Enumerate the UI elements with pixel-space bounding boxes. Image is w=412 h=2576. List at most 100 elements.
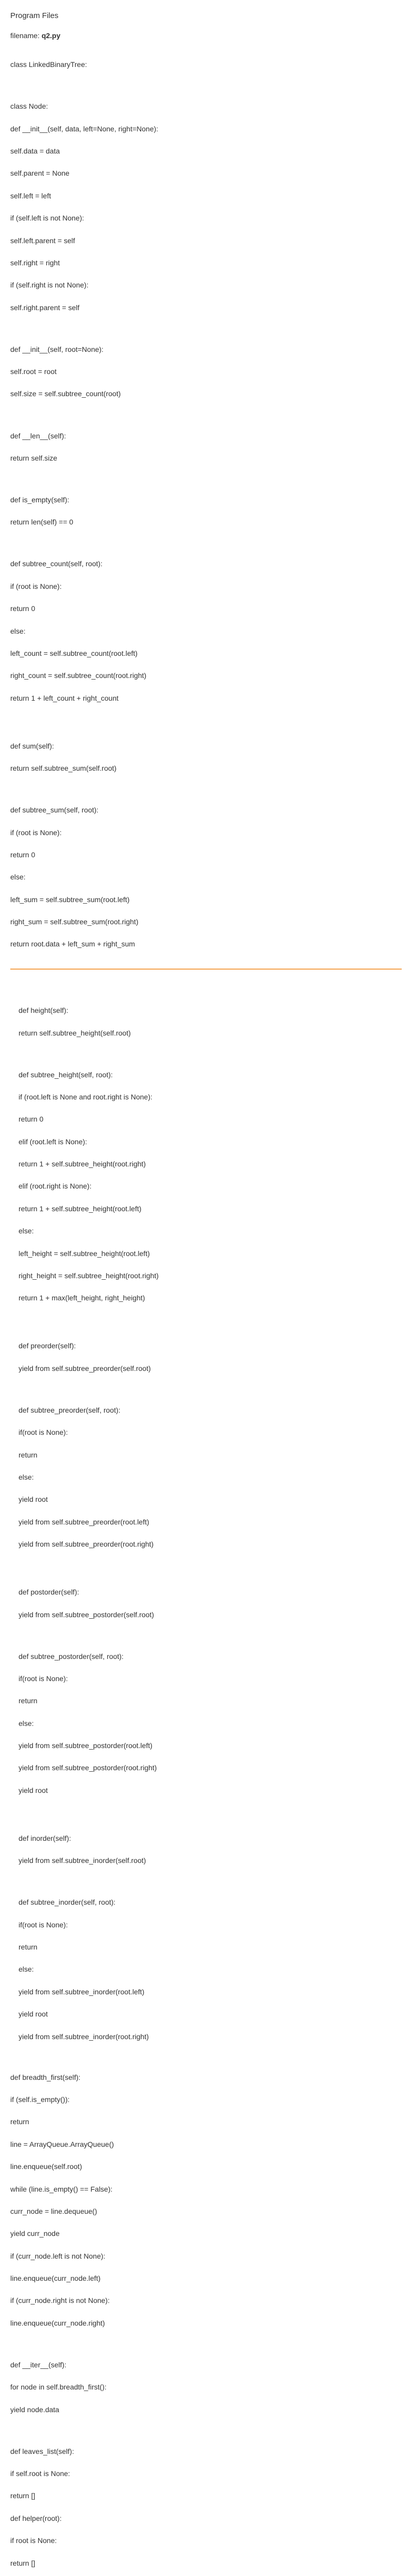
code-line: right_count = self.subtree_count(root.ri… bbox=[10, 670, 402, 682]
code-line: return self.subtree_sum(self.root) bbox=[10, 763, 402, 774]
code-line: line = ArrayQueue.ArrayQueue() bbox=[10, 2139, 402, 2150]
code-line: def helper(root): bbox=[10, 2513, 402, 2524]
code-line: def subtree_postorder(self, root): bbox=[19, 1651, 402, 1663]
code-line: self.left.parent = self bbox=[10, 235, 402, 247]
code-line: return 1 + left_count + right_count bbox=[10, 693, 402, 704]
code-line: line.enqueue(self.root) bbox=[10, 2161, 402, 2173]
code-blank bbox=[19, 986, 402, 994]
code-line: for node in self.breadth_first(): bbox=[10, 2382, 402, 2393]
filename-value: q2.py bbox=[42, 31, 61, 40]
code-section-1: class LinkedBinaryTree: class Node: def … bbox=[10, 48, 402, 961]
code-line: if (root.left is None and root.right is … bbox=[19, 1092, 402, 1103]
code-line: yield from self.subtree_inorder(root.rig… bbox=[19, 2031, 402, 2043]
code-line: while (line.is_empty() == False): bbox=[10, 2184, 402, 2195]
code-line: class Node: bbox=[10, 101, 402, 112]
code-line: return self.subtree_height(self.root) bbox=[19, 1028, 402, 1039]
code-line: if (self.left is not None): bbox=[10, 213, 402, 224]
code-blank bbox=[19, 1050, 402, 1058]
code-line: self.right = right bbox=[10, 258, 402, 269]
code-line: if (self.right is not None): bbox=[10, 280, 402, 291]
code-line: yield from self.subtree_preorder(root.le… bbox=[19, 1517, 402, 1528]
code-line: yield root bbox=[19, 2009, 402, 2020]
code-line: return 1 + self.subtree_height(root.righ… bbox=[19, 1159, 402, 1170]
code-line: if(root is None): bbox=[19, 1920, 402, 1931]
code-line: if self.root is None: bbox=[10, 2468, 402, 2480]
code-line: line.enqueue(curr_node.left) bbox=[10, 2273, 402, 2284]
code-line: else: bbox=[10, 626, 402, 637]
code-line: def preorder(self): bbox=[19, 1341, 402, 1352]
code-line: elif (root.left is None): bbox=[19, 1137, 402, 1148]
code-line: def is_empty(self): bbox=[10, 495, 402, 506]
code-line: yield root bbox=[19, 1494, 402, 1505]
code-line: yield root bbox=[19, 1785, 402, 1797]
code-blank bbox=[10, 411, 402, 419]
code-line: def leaves_list(self): bbox=[10, 2446, 402, 2458]
code-line: if (curr_node.left is not None): bbox=[10, 2251, 402, 2262]
code-line: return 1 + max(left_height, right_height… bbox=[19, 1293, 402, 1304]
code-line: curr_node = line.dequeue() bbox=[10, 2206, 402, 2217]
code-line: def subtree_height(self, root): bbox=[19, 1070, 402, 1081]
code-section-2: def height(self): return self.subtree_he… bbox=[10, 975, 402, 2054]
code-line: else: bbox=[19, 1472, 402, 1483]
code-line: yield from self.subtree_postorder(root.r… bbox=[19, 1762, 402, 1774]
code-line: return bbox=[19, 1696, 402, 1707]
code-line: class LinkedBinaryTree: bbox=[10, 59, 402, 71]
page-title: Program Files bbox=[10, 10, 402, 22]
code-line: return root.data + left_sum + right_sum bbox=[10, 939, 402, 950]
code-blank bbox=[19, 1561, 402, 1575]
code-line: if (root is None): bbox=[10, 827, 402, 839]
code-blank bbox=[19, 1878, 402, 1886]
code-blank bbox=[10, 475, 402, 483]
code-line: yield from self.subtree_inorder(self.roo… bbox=[19, 1855, 402, 1867]
code-blank bbox=[10, 2427, 402, 2435]
code-blank bbox=[19, 1807, 402, 1822]
code-line: right_height = self.subtree_height(root.… bbox=[19, 1270, 402, 1282]
code-line: yield from self.subtree_preorder(root.ri… bbox=[19, 1539, 402, 1550]
code-line: return bbox=[19, 1450, 402, 1461]
code-line: self.parent = None bbox=[10, 168, 402, 179]
code-line: def sum(self): bbox=[10, 741, 402, 752]
code-line: def subtree_count(self, root): bbox=[10, 558, 402, 570]
code-blank bbox=[19, 1385, 402, 1394]
code-line: return [] bbox=[10, 2490, 402, 2502]
section-divider bbox=[10, 969, 402, 970]
code-line: self.left = left bbox=[10, 191, 402, 202]
code-line: yield curr_node bbox=[10, 2228, 402, 2240]
code-line: def inorder(self): bbox=[19, 1833, 402, 1844]
code-line: def __iter__(self): bbox=[10, 2360, 402, 2371]
code-line: return self.size bbox=[10, 453, 402, 464]
code-line: return [] bbox=[10, 2558, 402, 2569]
code-line: left_count = self.subtree_count(root.lef… bbox=[10, 648, 402, 659]
code-line: def __init__(self, data, left=None, righ… bbox=[10, 124, 402, 135]
code-line: yield from self.subtree_inorder(root.lef… bbox=[19, 1987, 402, 1998]
code-line: self.root = root bbox=[10, 366, 402, 378]
code-line: def subtree_preorder(self, root): bbox=[19, 1405, 402, 1416]
code-line: def subtree_sum(self, root): bbox=[10, 805, 402, 816]
code-blank bbox=[19, 1315, 402, 1330]
code-line: right_sum = self.subtree_sum(root.right) bbox=[10, 917, 402, 928]
code-line: else: bbox=[19, 1964, 402, 1975]
code-line: line.enqueue(curr_node.right) bbox=[10, 2318, 402, 2329]
code-line: return bbox=[19, 1942, 402, 1953]
code-line: if (self.is_empty()): bbox=[10, 2094, 402, 2106]
code-line: def __len__(self): bbox=[10, 431, 402, 442]
code-line: if root is None: bbox=[10, 2535, 402, 2547]
code-line: return len(self) == 0 bbox=[10, 517, 402, 528]
code-line: self.right.parent = self bbox=[10, 302, 402, 314]
code-line: left_sum = self.subtree_sum(root.left) bbox=[10, 894, 402, 906]
code-line: return bbox=[10, 2116, 402, 2128]
code-blank bbox=[19, 1632, 402, 1640]
code-line: yield from self.subtree_preorder(self.ro… bbox=[19, 1363, 402, 1375]
filename-label: filename: bbox=[10, 31, 42, 40]
code-line: else: bbox=[10, 872, 402, 883]
code-line: yield from self.subtree_postorder(self.r… bbox=[19, 1609, 402, 1621]
filename-line: filename: q2.py bbox=[10, 30, 402, 41]
code-line: return 0 bbox=[19, 1114, 402, 1125]
code-blank bbox=[10, 82, 402, 90]
code-line: return 0 bbox=[10, 603, 402, 615]
code-line: def subtree_inorder(self, root): bbox=[19, 1897, 402, 1908]
code-line: left_height = self.subtree_height(root.l… bbox=[19, 1248, 402, 1260]
code-section-3: def breadth_first(self): if (self.is_emp… bbox=[10, 2061, 402, 2576]
code-line: if(root is None): bbox=[19, 1427, 402, 1438]
code-line: return 1 + self.subtree_height(root.left… bbox=[19, 1204, 402, 1215]
